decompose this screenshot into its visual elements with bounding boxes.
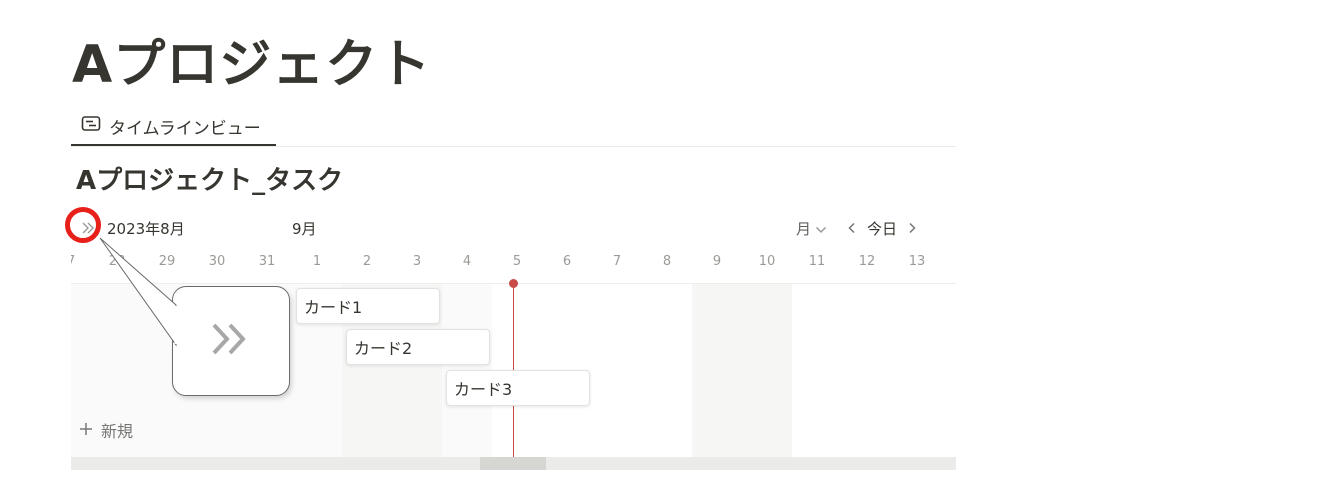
weekend-column — [742, 284, 792, 457]
day-label: 12 — [858, 254, 876, 269]
next-button[interactable] — [901, 220, 923, 238]
database-title[interactable]: Aプロジェクト_タスク — [76, 160, 343, 197]
day-label: 11 — [808, 254, 826, 269]
today-marker — [509, 279, 518, 288]
day-label: 29 — [158, 254, 176, 269]
new-item-button[interactable]: 新規 — [79, 418, 133, 442]
month-label: 2023年8月 — [107, 220, 185, 238]
timeline-card[interactable]: カード3 — [446, 370, 590, 406]
day-label: 1 — [312, 254, 322, 269]
day-label: 5 — [512, 254, 522, 269]
day-label: 31 — [258, 254, 276, 269]
zoom-label: 月 — [796, 220, 812, 238]
plus-icon — [79, 421, 93, 440]
highlight-circle — [65, 207, 101, 243]
double-chevron-right-icon — [209, 321, 253, 361]
day-label: 13 — [908, 254, 926, 269]
day-label: 9 — [712, 254, 722, 269]
zoom-select[interactable]: 月 — [796, 218, 827, 239]
day-label: 8 — [662, 254, 672, 269]
day-label: 3 — [412, 254, 422, 269]
previous-button[interactable] — [841, 220, 863, 238]
timeline-controls: 月 今日 — [796, 218, 923, 239]
today-button[interactable]: 今日 — [863, 218, 901, 239]
day-label: 7 — [612, 254, 622, 269]
chevron-right-icon — [908, 220, 916, 238]
chevron-left-icon — [848, 220, 856, 238]
day-label: 4 — [462, 254, 472, 269]
tab-divider — [71, 146, 956, 147]
day-label: 2 — [362, 254, 372, 269]
weekend-column — [692, 284, 742, 457]
timeline-view-icon — [81, 115, 101, 138]
zoom-callout — [172, 286, 290, 396]
day-label: 6 — [562, 254, 572, 269]
day-label: 28 — [108, 254, 126, 269]
chevron-down-icon — [815, 220, 827, 238]
tab-label: タイムラインビュー — [109, 118, 261, 139]
month-label: 9月 — [292, 220, 317, 238]
tab-timeline-view[interactable]: タイムラインビュー — [71, 108, 276, 146]
scrollbar-thumb[interactable] — [480, 457, 546, 470]
timeline-card[interactable]: カード2 — [346, 329, 490, 365]
day-label: 27 — [71, 254, 76, 269]
page-title: Aプロジェクト — [72, 35, 432, 95]
day-label: 10 — [758, 254, 776, 269]
timeline-card[interactable]: カード1 — [296, 288, 440, 324]
new-item-label: 新規 — [101, 422, 134, 441]
horizontal-scrollbar[interactable] — [71, 457, 956, 470]
day-label: 30 — [208, 254, 226, 269]
